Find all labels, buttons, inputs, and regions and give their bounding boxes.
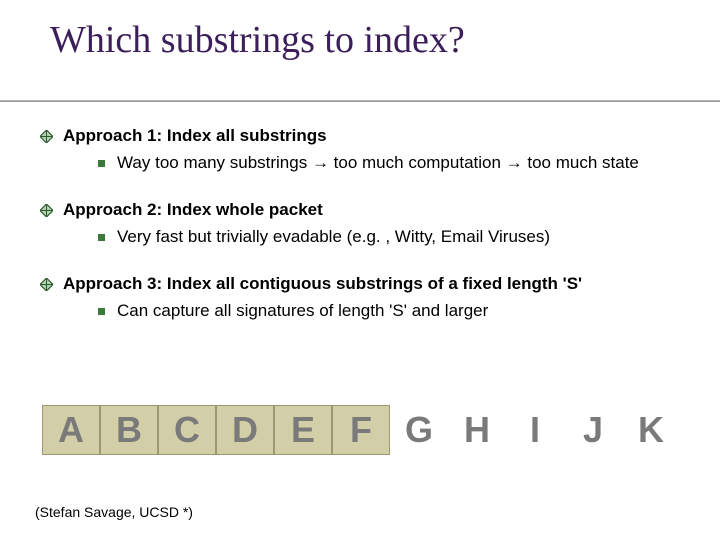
content-area: Approach 1: Index all substrings Way too…: [40, 125, 680, 347]
letter-cell-k: K: [622, 405, 680, 455]
approach-1-head: Approach 1: Index all substrings: [40, 125, 680, 148]
diamond-bullet-icon: [40, 204, 53, 217]
approach-3-title: Approach 3: Index all contiguous substri…: [63, 273, 582, 296]
approach-2-head: Approach 2: Index whole packet: [40, 199, 680, 222]
diamond-bullet-icon: [40, 278, 53, 291]
approach-2-sub: Very fast but trivially evadable (e.g. ,…: [98, 226, 680, 249]
approach-1-sub: Way too many substrings → too much compu…: [98, 152, 680, 175]
title-underline: [0, 100, 720, 102]
approach-3-sub-text: Can capture all signatures of length 'S'…: [117, 300, 488, 323]
letter-cell-e: E: [274, 405, 332, 455]
letter-cell-d: D: [216, 405, 274, 455]
slide-title: Which substrings to index?: [50, 18, 465, 62]
square-bullet-icon: [98, 234, 105, 241]
letter-cell-b: B: [100, 405, 158, 455]
approach-1-title: Approach 1: Index all substrings: [63, 125, 327, 148]
letter-cell-j: J: [564, 405, 622, 455]
letters-row: A B C D E F G H I J K: [42, 405, 680, 455]
letter-cell-h: H: [448, 405, 506, 455]
letter-cell-i: I: [506, 405, 564, 455]
slide: Which substrings to index? Approach 1: I…: [0, 0, 720, 540]
square-bullet-icon: [98, 308, 105, 315]
approach-1: Approach 1: Index all substrings Way too…: [40, 125, 680, 175]
approach-1-sub-text: Way too many substrings → too much compu…: [117, 152, 639, 175]
approach-2: Approach 2: Index whole packet Very fast…: [40, 199, 680, 249]
approach-2-title: Approach 2: Index whole packet: [63, 199, 323, 222]
letter-cell-c: C: [158, 405, 216, 455]
letter-cell-g: G: [390, 405, 448, 455]
approach-3: Approach 3: Index all contiguous substri…: [40, 273, 680, 323]
letter-cell-f: F: [332, 405, 390, 455]
square-bullet-icon: [98, 160, 105, 167]
letter-cell-a: A: [42, 405, 100, 455]
footer-credit: (Stefan Savage, UCSD *): [35, 504, 193, 520]
approach-2-sub-text: Very fast but trivially evadable (e.g. ,…: [117, 226, 550, 249]
approach-3-head: Approach 3: Index all contiguous substri…: [40, 273, 680, 296]
approach-3-sub: Can capture all signatures of length 'S'…: [98, 300, 680, 323]
diamond-bullet-icon: [40, 130, 53, 143]
